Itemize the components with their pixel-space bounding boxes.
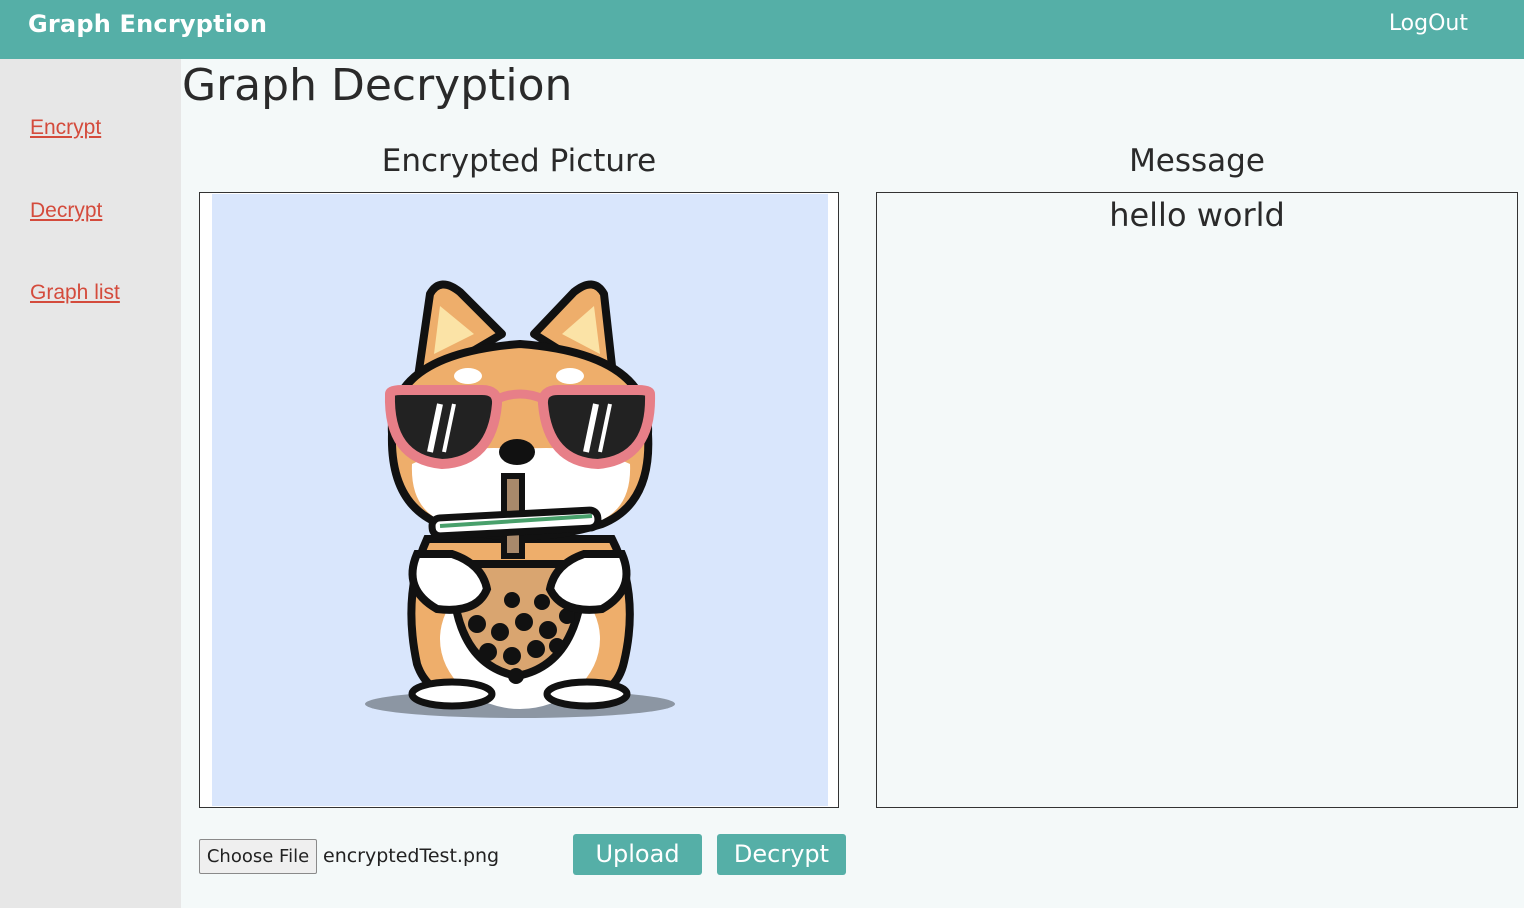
encrypted-picture (212, 194, 828, 806)
page-title: Graph Decryption (182, 60, 573, 111)
message-output-box: hello world (876, 192, 1518, 808)
shiba-boba-illustration-icon (365, 280, 675, 718)
logout-link[interactable]: LogOut (1389, 11, 1468, 36)
encrypted-picture-frame (199, 192, 839, 808)
decrypted-message: hello world (1109, 196, 1285, 234)
sidebar-item-decrypt[interactable]: Decrypt (30, 199, 102, 223)
encrypted-picture-heading: Encrypted Picture (381, 143, 657, 179)
upload-button[interactable]: Upload (573, 834, 702, 875)
top-navbar: Graph Encryption LogOut (0, 0, 1524, 59)
sidebar-item-encrypt[interactable]: Encrypt (30, 116, 101, 140)
sidebar-item-graph-list[interactable]: Graph list (30, 281, 120, 305)
sidebar: Encrypt Decrypt Graph list (0, 59, 181, 908)
selected-file-name: encryptedTest.png (323, 845, 500, 867)
choose-file-button[interactable]: Choose File (199, 839, 317, 874)
app-brand[interactable]: Graph Encryption (28, 10, 267, 38)
message-heading: Message (1129, 143, 1265, 179)
decrypt-button[interactable]: Decrypt (717, 834, 846, 875)
